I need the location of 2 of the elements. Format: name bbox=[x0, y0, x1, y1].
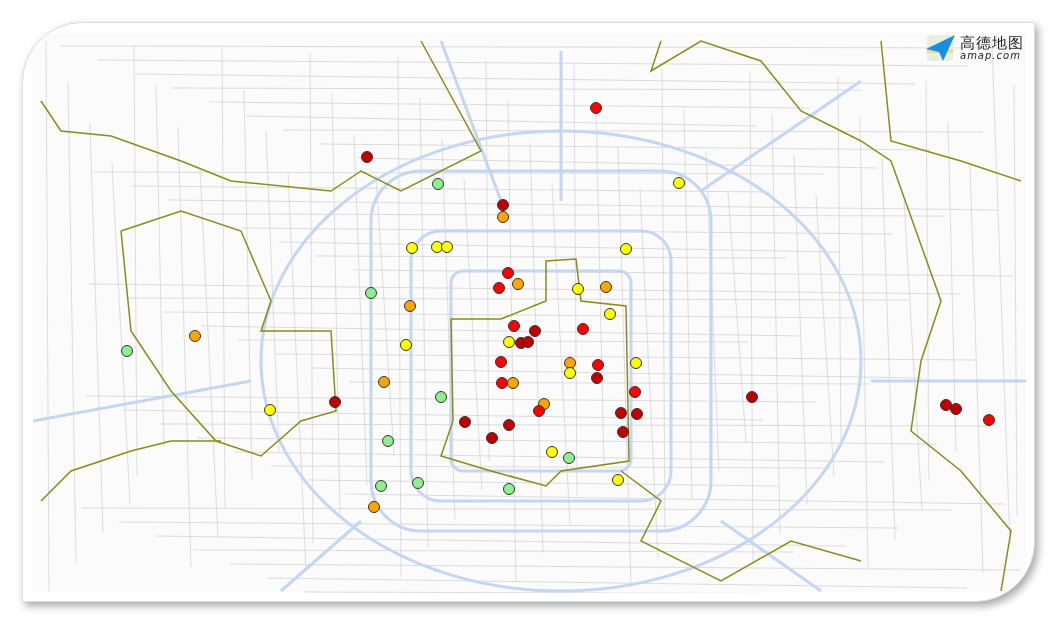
logo-name: 高德地图 bbox=[960, 35, 1024, 51]
logo-domain: amap.com bbox=[960, 50, 1021, 61]
